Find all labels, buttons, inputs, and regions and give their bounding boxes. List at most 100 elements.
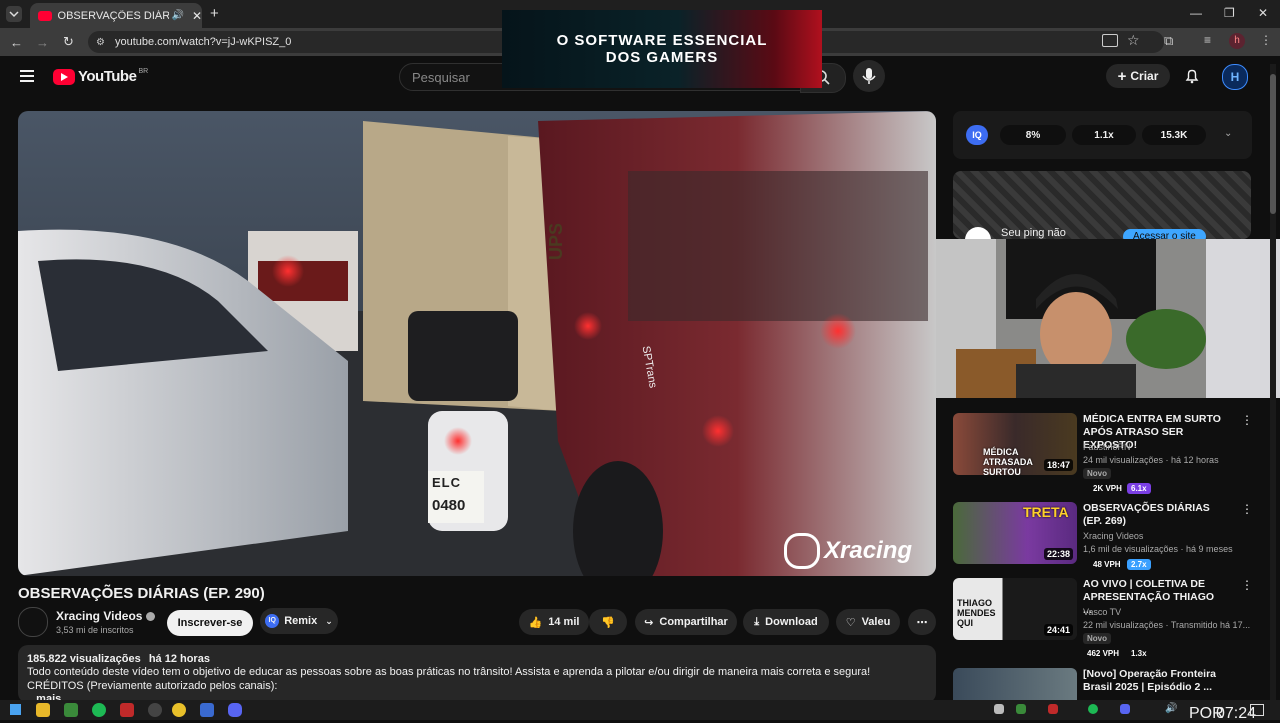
tab-close-icon[interactable]: ✕ [192,9,202,23]
download-button[interactable]: ⤓ Download [743,609,829,635]
iq-stat-multiplier: 1.1x [1072,125,1136,145]
video-player[interactable]: ELC 0480 UPS SPTrans Xracing [18,111,936,576]
back-icon[interactable]: ← [10,35,23,50]
forward-icon[interactable]: → [36,35,49,50]
sidebar-ad-cta[interactable]: Acessar o site [1123,229,1206,239]
window-close-icon[interactable]: ✕ [1258,6,1268,20]
page-scrollbar[interactable] [1270,64,1276,700]
heart-dollar-icon: ♡ [845,616,856,629]
recommendation-card[interactable]: THIAGO MENDES QUI 24:41 AO VIVO | COLETI… [953,578,1253,658]
browser-menu-icon[interactable]: ⋮ [1260,33,1272,47]
chrome-icon[interactable] [172,703,186,717]
iq-logo-icon[interactable]: IQ [966,125,988,145]
plate-line-1: ELC [432,475,461,490]
plus-icon: + [1117,67,1127,85]
tab-search-button[interactable] [6,6,22,22]
channel-name-text: Xracing Videos [56,609,143,623]
description-line-1: Todo conteúdo deste vídeo tem o objetivo… [27,666,871,678]
overlay-ad-banner[interactable]: O SOFTWARE ESSENCIAL DOS GAMERS [502,10,822,88]
search-placeholder: Pesquisar [412,69,470,85]
video-thumbnail[interactable]: THIAGO MENDES QUI 24:41 [953,578,1077,640]
minimize-icon[interactable]: — [1190,6,1202,20]
app-icon[interactable] [200,703,214,717]
recommendation-card[interactable]: [Novo] Operação Fronteira Brasil 2025 | … [953,668,1253,700]
recommendation-title[interactable]: [Novo] Operação Fronteira Brasil 2025 | … [1083,668,1223,694]
recommendation-meta: 1,6 mil de visualizações · há 9 meses [1083,544,1233,554]
scrollbar-thumb[interactable] [1270,74,1276,214]
recommendation-card[interactable]: MÉDICA ATRASADA SURTOU 18:47 MÉDICA ENTR… [953,413,1253,494]
video-thumbnail[interactable] [953,668,1077,700]
youtube-logo[interactable]: YouTube BR [53,68,148,85]
plate-line-2: 0480 [432,497,466,514]
more-icon: ⋯ [916,616,928,629]
media-controls-icon[interactable]: ≡ [1204,33,1211,47]
video-thumbnail[interactable]: MÉDICA ATRASADA SURTOU 18:47 [953,413,1077,475]
app-icon[interactable] [120,703,134,717]
youtube-favicon-icon [38,10,52,21]
site-settings-icon[interactable]: ⚙ [96,37,105,48]
kebab-menu-icon[interactable]: ⋮ [1241,502,1253,516]
app-icon[interactable] [148,703,162,717]
cast-icon[interactable] [1102,34,1118,47]
chevron-down-icon[interactable]: ⌄ [1224,128,1232,139]
verified-icon [146,611,156,621]
youtube-play-icon [53,68,75,85]
like-button[interactable]: 👍 14 mil [519,609,589,635]
notification-center-icon[interactable] [1250,704,1264,716]
recommendation-channel[interactable]: Xracing Videos [1083,531,1143,541]
new-tab-button[interactable]: + [210,5,219,22]
kebab-menu-icon[interactable]: ⋮ [1241,413,1253,427]
bookmark-star-icon[interactable]: ☆ [1127,32,1140,49]
kebab-menu-icon[interactable]: ⋮ [1241,578,1253,592]
channel-avatar[interactable] [18,607,48,637]
tray-icon[interactable] [1016,704,1026,714]
browser-tab[interactable]: OBSERVAÇÕES DIÁRIAS (EP. 2 🔊 ✕ [30,3,202,28]
subscriber-count: 3,53 mi de inscritos [56,625,134,635]
start-icon[interactable] [10,704,21,715]
extensions-icon[interactable]: ⧉ [1164,33,1173,49]
thumbnail-caption: MÉDICA ATRASADA SURTOU [983,447,1033,475]
notifications-bell-icon[interactable] [1184,68,1200,84]
more-actions-button[interactable]: ⋯ [908,609,936,635]
tray-icon[interactable] [994,704,1004,714]
tray-icon[interactable] [1088,704,1098,714]
multiplier-badge: 2.7x [1127,559,1151,570]
video-thumbnail[interactable]: TRETA 22:38 [953,502,1077,564]
tray-icon[interactable] [1120,704,1130,714]
share-button[interactable]: ↪ Compartilhar [635,609,737,635]
file-explorer-icon[interactable] [36,703,50,717]
recommendation-channel[interactable]: Vasco TV [1083,607,1121,617]
app-icon[interactable] [64,703,78,717]
dislike-button[interactable]: 👎 [589,609,627,635]
microphone-icon [862,68,876,84]
video-description[interactable]: 185.822 visualizações há 12 horas Todo c… [18,645,936,705]
remix-button[interactable]: IQ Remix ⌄ [260,608,338,634]
recommendation-card[interactable]: TRETA 22:38 OBSERVAÇÕES DIÁRIAS (EP. 269… [953,502,1253,574]
region-code: BR [138,68,149,75]
description-line-2: CRÉDITOS (Previamente autorizado pelos c… [27,680,278,692]
multiplier-badge: 1.3x [1131,649,1147,658]
upload-age: há 12 horas [148,653,210,665]
sidebar-ad[interactable]: Seu ping não Acessar o site [953,171,1251,239]
profile-avatar[interactable]: h [1229,33,1245,49]
maximize-icon[interactable]: ❐ [1224,6,1235,20]
volume-icon[interactable]: 🔊 [1165,703,1177,714]
watermark-text: Xracing [824,537,913,564]
voice-search-button[interactable] [853,60,885,92]
create-button[interactable]: + Criar [1106,64,1170,88]
new-badge: Novo [1083,633,1111,644]
url-text: youtube.com/watch?v=jJ-wKPISZ_0 [114,36,292,48]
reload-icon[interactable]: ↻ [63,34,74,50]
hamburger-menu-icon[interactable] [20,70,34,82]
thanks-button[interactable]: ♡ Valeu [836,609,900,635]
spotify-icon[interactable] [92,703,106,717]
recommendation-title[interactable]: OBSERVAÇÕES DIÁRIAS (EP. 269) [1083,502,1223,528]
recommendation-meta: 24 mil visualizações · há 12 horas [1083,455,1219,465]
new-badge: Novo [1083,468,1111,479]
account-avatar[interactable]: H [1222,64,1248,90]
subscribe-button[interactable]: Inscrever-se [167,610,253,636]
tray-icon[interactable] [1048,704,1058,714]
discord-icon[interactable] [228,703,242,717]
channel-name[interactable]: Xracing Videos [56,609,156,623]
recommendation-channel[interactable]: FaustinoRN [1083,442,1131,452]
